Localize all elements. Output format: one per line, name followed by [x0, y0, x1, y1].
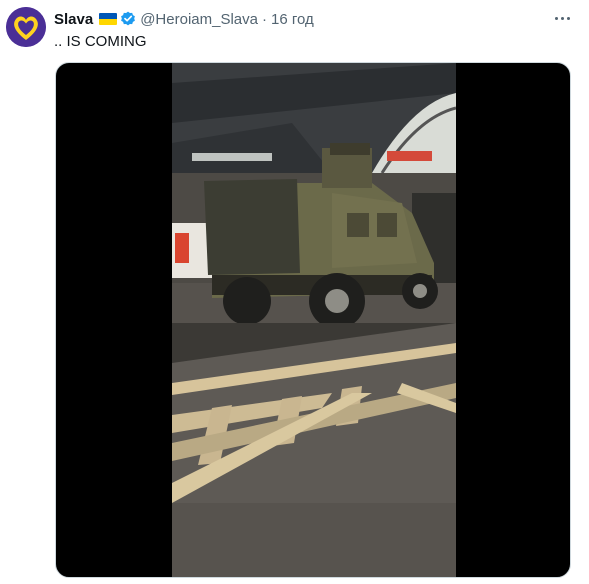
tweet-text: .. IS COMING [54, 33, 147, 50]
author-avatar[interactable] [6, 7, 46, 47]
armored-vehicle-scene-image [172, 63, 456, 577]
separator-dot: · [261, 10, 267, 28]
tweet-timestamp[interactable]: 16 год [271, 11, 314, 28]
tweet-video[interactable] [55, 62, 571, 578]
video-thumbnail[interactable] [172, 63, 456, 577]
author-handle[interactable]: @Heroiam_Slava [140, 11, 258, 28]
heart-logo-icon [6, 7, 46, 47]
ukraine-flag-icon [99, 13, 118, 25]
verified-badge-icon [120, 11, 136, 27]
tweet-header: Slava @Heroiam_Slava · 16 год [54, 9, 314, 29]
author-name[interactable]: Slava [54, 11, 93, 28]
tweet-card[interactable]: Slava @Heroiam_Slava · 16 год .. IS COMI… [0, 0, 589, 584]
more-options-icon[interactable] [551, 8, 573, 28]
